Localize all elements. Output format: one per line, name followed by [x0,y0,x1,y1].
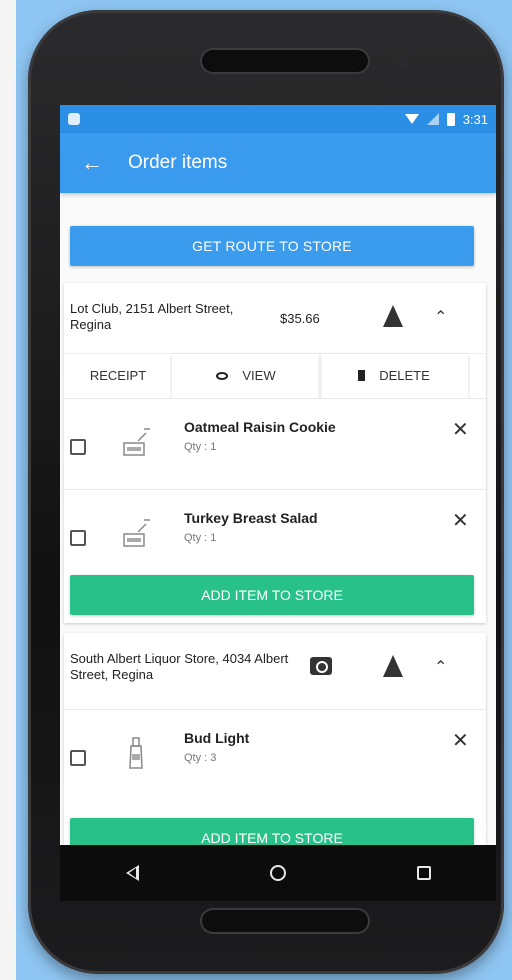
navigation-arrow-icon[interactable] [381,655,405,679]
sandwich-icon [123,428,150,456]
item-name: Oatmeal Raisin Cookie [184,419,336,435]
wifi-icon [404,114,419,124]
triangle-back-icon[interactable] [125,865,139,881]
add-item-button[interactable]: ADD ITEM TO STORE [70,818,474,845]
item-checkbox[interactable] [70,750,86,766]
page-title: Order items [128,152,228,173]
close-icon[interactable]: ✕ [452,508,469,533]
bottom-speaker [202,910,368,932]
item-qty: Qty : 1 [184,532,217,544]
close-icon[interactable]: ✕ [452,728,469,753]
item-qty: Qty : 1 [184,441,217,453]
status-bar: 3:31 [60,105,496,133]
system-nav-bar [60,845,496,901]
camera-icon[interactable] [310,657,332,675]
chevron-up-icon[interactable]: ⌃ [434,657,447,677]
close-icon[interactable]: ✕ [452,417,469,442]
item-checkbox[interactable] [70,530,86,546]
navigation-arrow-icon[interactable] [381,305,405,329]
signal-icon [426,113,439,125]
add-item-button[interactable]: ADD ITEM TO STORE [70,575,474,615]
status-icons: 3:31 [404,111,488,127]
status-time: 3:31 [462,111,488,127]
item-name: Turkey Breast Salad [184,510,318,526]
eye-icon [216,371,229,380]
phone-screen: 3:31 ← Order items GET ROUTE TO STORE Lo… [60,105,496,845]
store-card: Lot Club, 2151 Albert Street, Regina $35… [64,283,486,623]
bottle-icon [129,737,143,769]
store-total: $35.66 [280,311,320,326]
trash-icon [358,370,366,382]
square-recents-icon[interactable] [416,866,431,880]
list-item: Oatmeal Raisin Cookie Qty : 1 ✕ [64,398,486,488]
view-button[interactable]: VIEW [172,354,320,398]
app-bar: ← Order items [60,133,496,193]
item-checkbox[interactable] [70,439,86,455]
circle-home-icon[interactable] [269,865,286,881]
list-item: Turkey Breast Salad Qty : 1 ✕ [64,489,486,579]
view-label: VIEW [242,368,276,383]
sandwich-icon [123,519,150,547]
store-card: South Albert Liquor Store, 4034 Albert S… [64,633,486,845]
chevron-up-icon[interactable]: ⌃ [434,307,447,327]
front-camera [398,60,406,68]
receipt-button[interactable]: RECEIPT [64,354,172,398]
store-name: South Albert Liquor Store, 4034 Albert S… [70,651,289,682]
arrow-left-icon[interactable]: ← [68,150,116,176]
delete-label: DELETE [379,368,430,383]
store-actions: RECEIPT VIEW DELETE [64,353,486,397]
delete-button[interactable]: DELETE [320,354,468,398]
store-header: South Albert Liquor Store, 4034 Albert S… [64,633,486,713]
list-item: Bud Light Qty : 3 ✕ [64,709,486,799]
store-name: Lot Club, 2151 Albert Street, Regina [70,301,234,332]
item-qty: Qty : 3 [184,752,217,764]
top-speaker [202,50,368,72]
battery-icon [446,112,455,126]
get-route-button[interactable]: GET ROUTE TO STORE [70,226,474,266]
store-header: Lot Club, 2151 Albert Street, Regina $35… [64,283,486,363]
notification-icon [68,113,80,125]
item-name: Bud Light [184,730,250,746]
order-content: GET ROUTE TO STORE Lot Club, 2151 Albert… [60,193,496,845]
